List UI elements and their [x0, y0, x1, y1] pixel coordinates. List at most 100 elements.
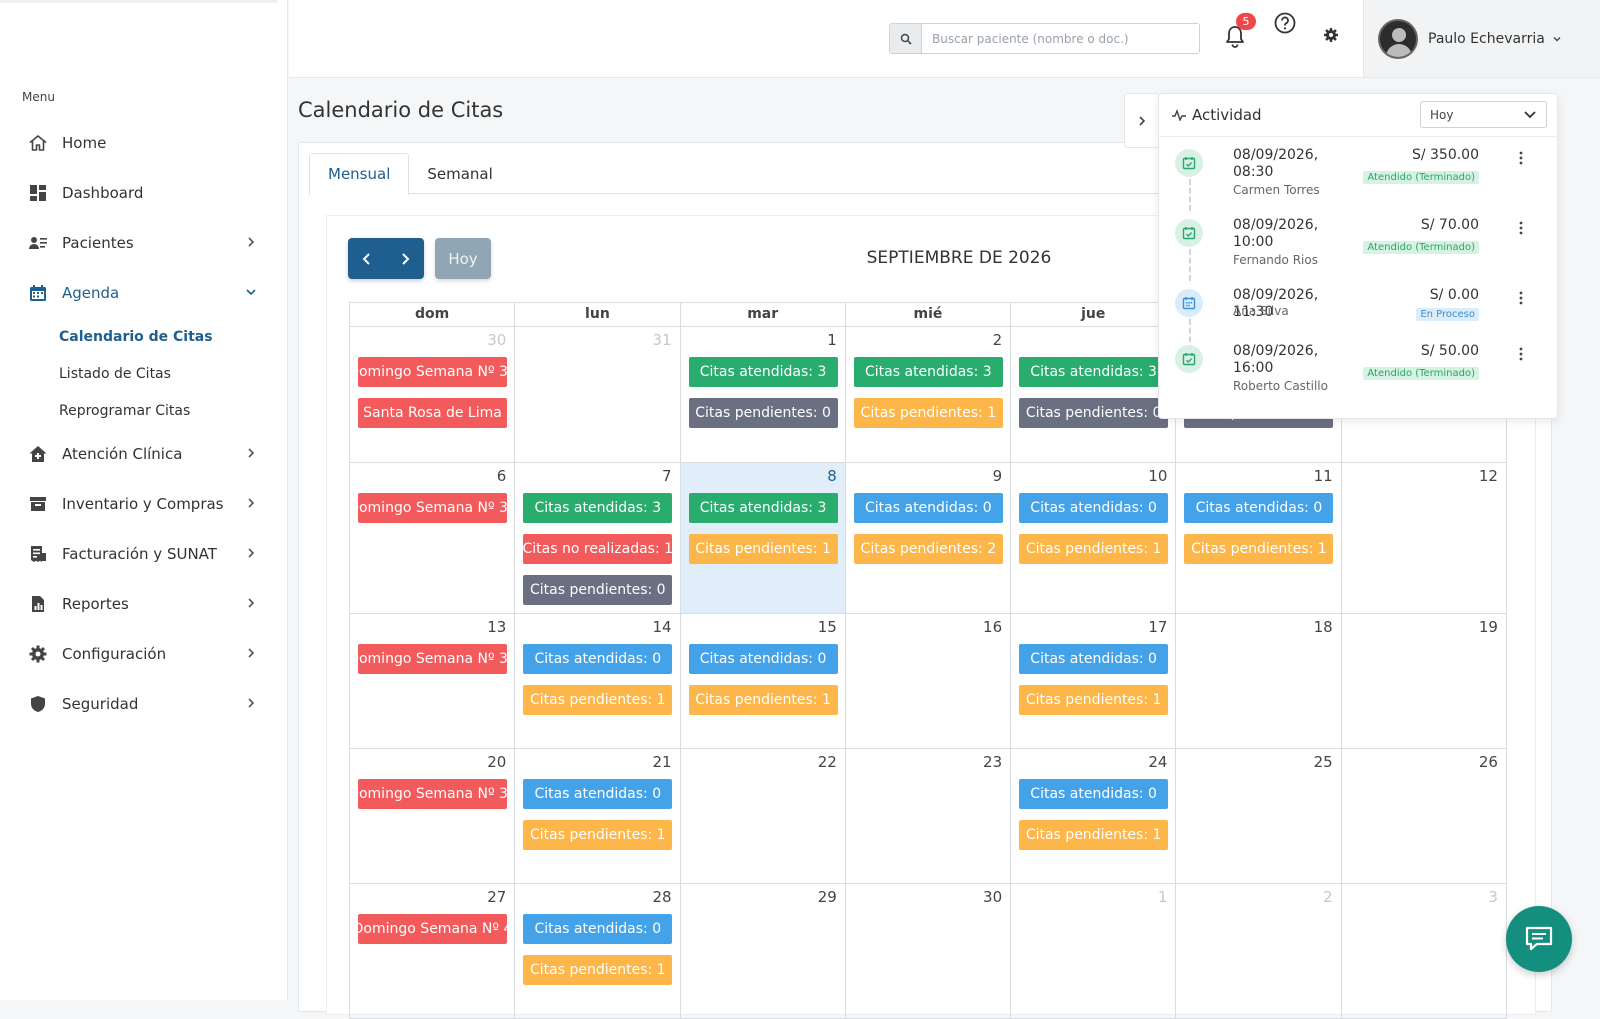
sidebar-item-seguridad[interactable]: Seguridad	[0, 679, 288, 729]
calendar-event[interactable]: Citas pendientes: 1	[688, 534, 838, 564]
calendar-day-cell[interactable]: 1 Citas atendidas: 3 Citas pendientes: 0	[681, 327, 846, 462]
calendar-day-cell[interactable]: 30 Domingo Semana Nº 35 Santa Rosa de Lima	[350, 327, 516, 462]
calendar-event[interactable]: Citas atendidas: 0	[523, 644, 673, 674]
more-options-icon[interactable]	[1519, 221, 1523, 235]
calendar-event[interactable]: Citas pendientes: 1	[1184, 534, 1334, 564]
sidebar-subitem-listado[interactable]: Listado de Citas	[0, 355, 288, 392]
calendar-day-cell[interactable]: 8 Citas atendidas: 3 Citas pendientes: 1	[680, 463, 846, 613]
calendar-event[interactable]: Citas pendientes: 1	[1019, 685, 1169, 715]
calendar-event[interactable]: Citas pendientes: 0	[523, 575, 673, 605]
calendar-day-cell[interactable]: 27 Domingo Semana Nº 4	[350, 884, 516, 1018]
calendar-day-cell[interactable]: 7 Citas atendidas: 3 Citas no realizadas: …	[515, 463, 681, 613]
help-icon[interactable]	[1273, 11, 1297, 35]
calendar-event[interactable]: Citas pendientes: 2	[853, 534, 1003, 564]
calendar-day-cell[interactable]: 20 Domingo Semana Nº 38	[350, 749, 516, 883]
user-menu[interactable]: Paulo Echevarria	[1363, 0, 1600, 77]
search-icon[interactable]	[890, 24, 922, 53]
calendar-event[interactable]: Domingo Semana Nº 35	[358, 357, 507, 387]
calendar-day-cell[interactable]: 26	[1342, 749, 1507, 883]
sidebar-item-dashboard[interactable]: Dashboard	[0, 168, 288, 218]
calendar-day-cell[interactable]: 29	[681, 884, 846, 1018]
calendar-event[interactable]: Domingo Semana Nº 38	[358, 779, 507, 809]
status-badge: Atendido (Terminado)	[1363, 241, 1479, 254]
calendar-event[interactable]: Citas atendidas: 0	[1019, 779, 1169, 809]
more-options-icon[interactable]	[1519, 347, 1523, 361]
more-options-icon[interactable]	[1519, 291, 1523, 305]
chat-button[interactable]	[1506, 906, 1572, 972]
calendar-day-cell[interactable]: 21 Citas atendidas: 0 Citas pendientes: 1	[515, 749, 681, 883]
calendar-day-cell[interactable]: 24 Citas atendidas: 0 Citas pendientes: 1	[1011, 749, 1177, 883]
calendar-day-cell[interactable]: 13 Domingo Semana Nº 37	[350, 614, 516, 748]
calendar-day-cell[interactable]: 2 Citas atendidas: 3 Citas pendientes: 1	[846, 327, 1012, 462]
calendar-event[interactable]: Domingo Semana Nº 36	[358, 493, 507, 523]
sidebar-subitem-reprogramar[interactable]: Reprogramar Citas	[0, 392, 288, 429]
calendar-event[interactable]: Citas atendidas: 0	[853, 493, 1003, 523]
sidebar-item-reportes[interactable]: Reportes	[0, 579, 288, 629]
calendar-day-cell[interactable]: 6 Domingo Semana Nº 36	[350, 463, 516, 613]
calendar-event[interactable]: Santa Rosa de Lima	[358, 398, 507, 428]
calendar-day-cell[interactable]: 16	[846, 614, 1012, 748]
calendar-event[interactable]: Citas pendientes: 1	[523, 955, 673, 985]
calendar-event[interactable]: Citas atendidas: 3	[688, 357, 838, 387]
calendar-day-cell[interactable]: 25	[1176, 749, 1342, 883]
calendar-event[interactable]: Citas pendientes: 1	[853, 398, 1003, 428]
calendar-day-cell[interactable]: 18	[1176, 614, 1342, 748]
calendar-event[interactable]: Citas pendientes: 1	[523, 685, 673, 715]
search-input[interactable]	[922, 24, 1199, 53]
calendar-event[interactable]: Citas atendidas: 0	[523, 914, 673, 944]
calendar-event[interactable]: Citas pendientes: 1	[688, 685, 838, 715]
activity-item[interactable]: 08/09/2026, 10:00 Fernando Rios S/ 70.00 At…	[1159, 208, 1559, 281]
calendar-event[interactable]: Citas atendidas: 0	[1019, 644, 1169, 674]
calendar-event[interactable]: Domingo Semana Nº 4	[358, 914, 507, 944]
calendar-day-cell[interactable]: 15 Citas atendidas: 0 Citas pendientes: 1	[681, 614, 846, 748]
sidebar-item-inventario[interactable]: Inventario y Compras	[0, 479, 288, 529]
sidebar-item-pacientes[interactable]: Pacientes	[0, 218, 288, 268]
activity-item[interactable]: 08/09/2026, 08:30 Carmen Torres S/ 350.00 A…	[1159, 138, 1559, 211]
activity-filter-select[interactable]: Hoy	[1420, 101, 1547, 128]
sidebar-item-agenda[interactable]: Agenda	[0, 268, 288, 318]
calendar-event[interactable]: Citas atendidas: 0	[1184, 493, 1334, 523]
calendar-day-cell[interactable]: 19	[1342, 614, 1507, 748]
calendar-day-cell[interactable]: 30	[846, 884, 1012, 1018]
calendar-day-cell[interactable]: 12	[1342, 463, 1507, 613]
calendar-day-cell[interactable]: 1	[1011, 884, 1177, 1018]
sidebar-subitem-calendario[interactable]: Calendario de Citas	[0, 318, 288, 355]
collapse-activity-button[interactable]	[1124, 93, 1158, 148]
calendar-event[interactable]: Citas pendientes: 1	[523, 820, 673, 850]
calendar-event[interactable]: Citas atendidas: 3	[688, 493, 838, 523]
calendar-event[interactable]: Citas atendidas: 3	[523, 493, 673, 523]
calendar-day-cell[interactable]: 17 Citas atendidas: 0 Citas pendientes: 1	[1011, 614, 1177, 748]
sidebar-item-configuracion[interactable]: Configuración	[0, 629, 288, 679]
calendar-event[interactable]: Citas atendidas: 3	[853, 357, 1003, 387]
sidebar-item-atencion-clinica[interactable]: Atención Clínica	[0, 429, 288, 479]
sidebar-item-facturacion[interactable]: Facturación y SUNAT	[0, 529, 288, 579]
tab-mensual[interactable]: Mensual	[309, 153, 410, 195]
day-number: 8	[827, 467, 837, 485]
calendar-event[interactable]: Citas pendientes: 0	[688, 398, 838, 428]
calendar-day-cell[interactable]: 2	[1176, 884, 1342, 1018]
sidebar-item-home[interactable]: Home	[0, 118, 288, 168]
calendar-day-cell[interactable]: 3	[1342, 884, 1507, 1018]
calendar-day-cell[interactable]: 28 Citas atendidas: 0 Citas pendientes: 1	[515, 884, 681, 1018]
calendar-day-cell[interactable]: 3Citas atendidas: 3Citas pendientes: 0	[1011, 327, 1177, 462]
calendar-day-cell[interactable]: 10 Citas atendidas: 0 Citas pendientes: 1	[1011, 463, 1177, 613]
calendar-event[interactable]: Citas no realizadas: 1	[523, 534, 673, 564]
calendar-event[interactable]: Citas pendientes: 1	[1019, 534, 1169, 564]
calendar-day-cell[interactable]: 22	[681, 749, 846, 883]
settings-gear-icon[interactable]	[1323, 27, 1339, 43]
calendar-day-cell[interactable]: 9 Citas atendidas: 0 Citas pendientes: 2	[846, 463, 1012, 613]
calendar-day-cell[interactable]: 31	[515, 327, 681, 462]
calendar-event[interactable]: Domingo Semana Nº 37	[358, 644, 507, 674]
calendar-event[interactable]: Citas pendientes: 1	[1019, 820, 1169, 850]
more-options-icon[interactable]	[1519, 151, 1523, 165]
calendar-day-cell[interactable]: 11 Citas atendidas: 0 Citas pendientes: 1	[1176, 463, 1342, 613]
tab-semanal[interactable]: Semanal	[409, 153, 510, 195]
calendar-day-cell[interactable]: 14 Citas atendidas: 0 Citas pendientes: 1	[515, 614, 681, 748]
calendar-event[interactable]: Citas atendidas: 0	[523, 779, 673, 809]
activity-item[interactable]: 08/09/2026, 16:00 Roberto Castillo S/ 50.0…	[1159, 334, 1559, 404]
calendar-event[interactable]: Citas atendidas: 0	[1019, 493, 1169, 523]
calendar-event[interactable]: Citas atendidas: 0	[688, 644, 838, 674]
calendar-event[interactable]: Citas atendidas: 3	[1019, 357, 1169, 387]
calendar-event[interactable]: Citas pendientes: 0	[1019, 398, 1169, 428]
calendar-day-cell[interactable]: 23	[846, 749, 1012, 883]
